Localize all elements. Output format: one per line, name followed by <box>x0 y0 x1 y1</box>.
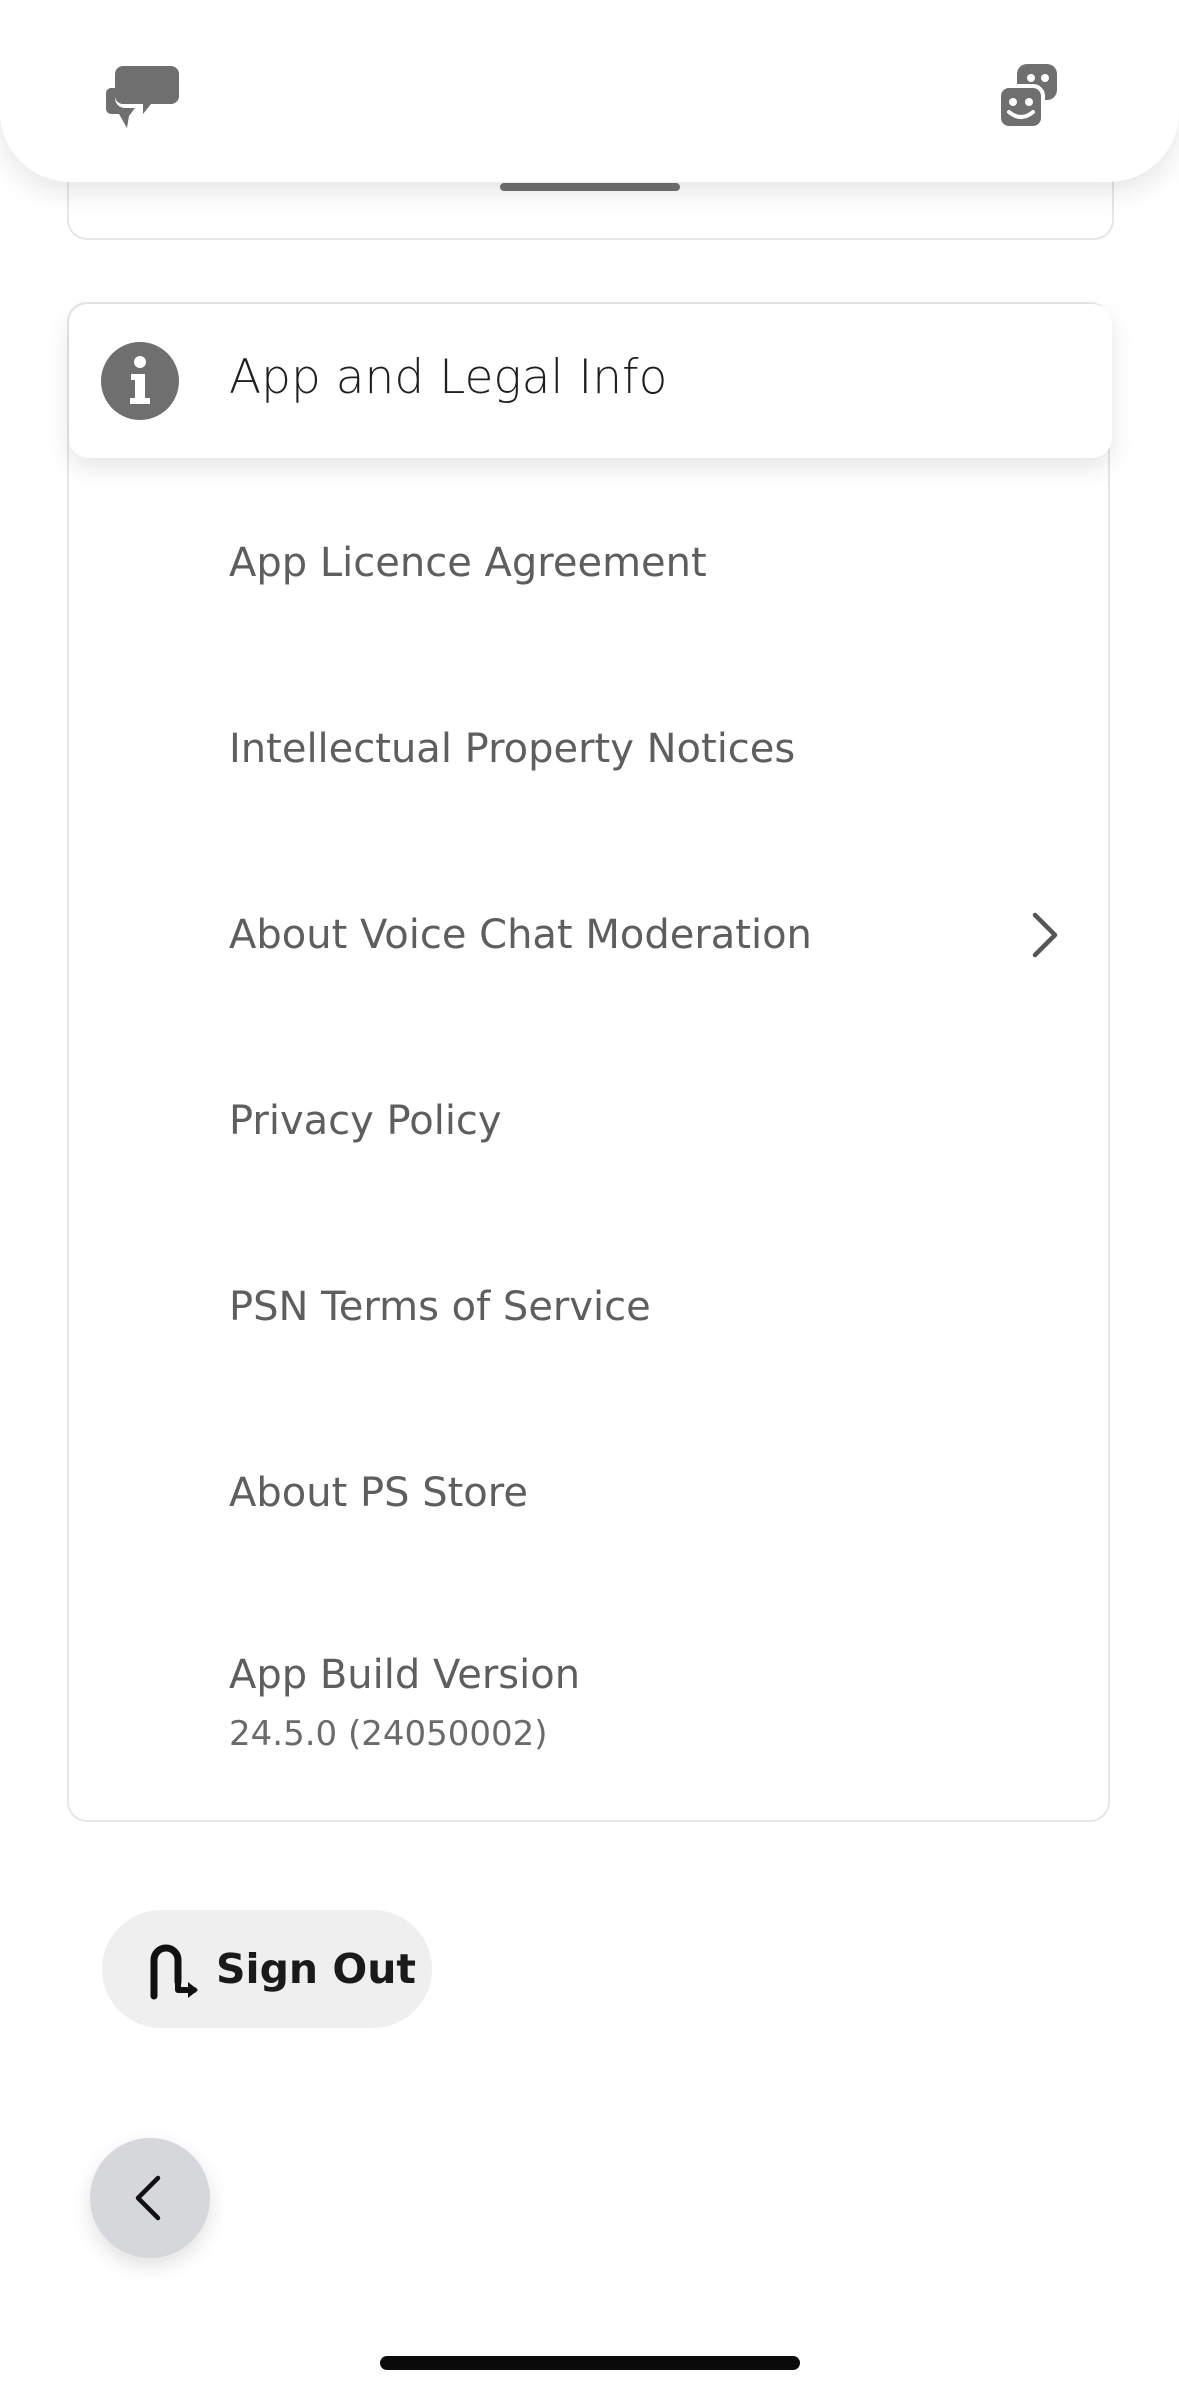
menu-item-label: Privacy Policy <box>229 1098 502 1144</box>
chevron-left-icon <box>135 2175 161 2221</box>
menu-item-psn-terms-of-service[interactable]: PSN Terms of Service <box>69 1214 1112 1400</box>
menu-item-label: App Licence Agreement <box>229 540 707 586</box>
menu-item-about-voice-chat-moderation[interactable]: About Voice Chat Moderation <box>69 842 1112 1028</box>
sign-out-label: Sign Out <box>216 1945 417 1993</box>
menu-item-about-ps-store[interactable]: About PS Store <box>69 1400 1112 1586</box>
back-button[interactable] <box>90 2138 210 2258</box>
menu-item-intellectual-property-notices[interactable]: Intellectual Property Notices <box>69 656 1112 842</box>
home-indicator[interactable] <box>380 2356 800 2370</box>
party-faces-icon[interactable] <box>995 62 1071 132</box>
app-build-version: App Build Version 24.5.0 (24050002) <box>69 1636 1112 1796</box>
sheet-drag-handle[interactable] <box>500 183 680 191</box>
chevron-right-icon <box>1030 911 1060 959</box>
menu-item-label: PSN Terms of Service <box>229 1284 651 1330</box>
sign-out-icon <box>146 1938 202 2000</box>
info-icon <box>101 342 179 420</box>
section-header[interactable]: App and Legal Info <box>69 304 1112 458</box>
menu-item-label: Intellectual Property Notices <box>229 726 796 772</box>
menu-item-label: About PS Store <box>229 1470 528 1516</box>
version-label: App Build Version <box>229 1652 581 1698</box>
section-title: App and Legal Info <box>229 350 668 405</box>
app-legal-info-card: App and Legal Info App Licence Agreement… <box>67 302 1112 1822</box>
menu-item-app-licence-agreement[interactable]: App Licence Agreement <box>69 470 1112 656</box>
menu-item-privacy-policy[interactable]: Privacy Policy <box>69 1028 1112 1214</box>
menu-item-label: About Voice Chat Moderation <box>229 912 812 958</box>
top-sheet <box>0 0 1179 182</box>
version-value: 24.5.0 (24050002) <box>229 1714 548 1754</box>
chat-bubbles-icon[interactable] <box>105 62 181 132</box>
sign-out-button[interactable]: Sign Out <box>102 1910 432 2028</box>
